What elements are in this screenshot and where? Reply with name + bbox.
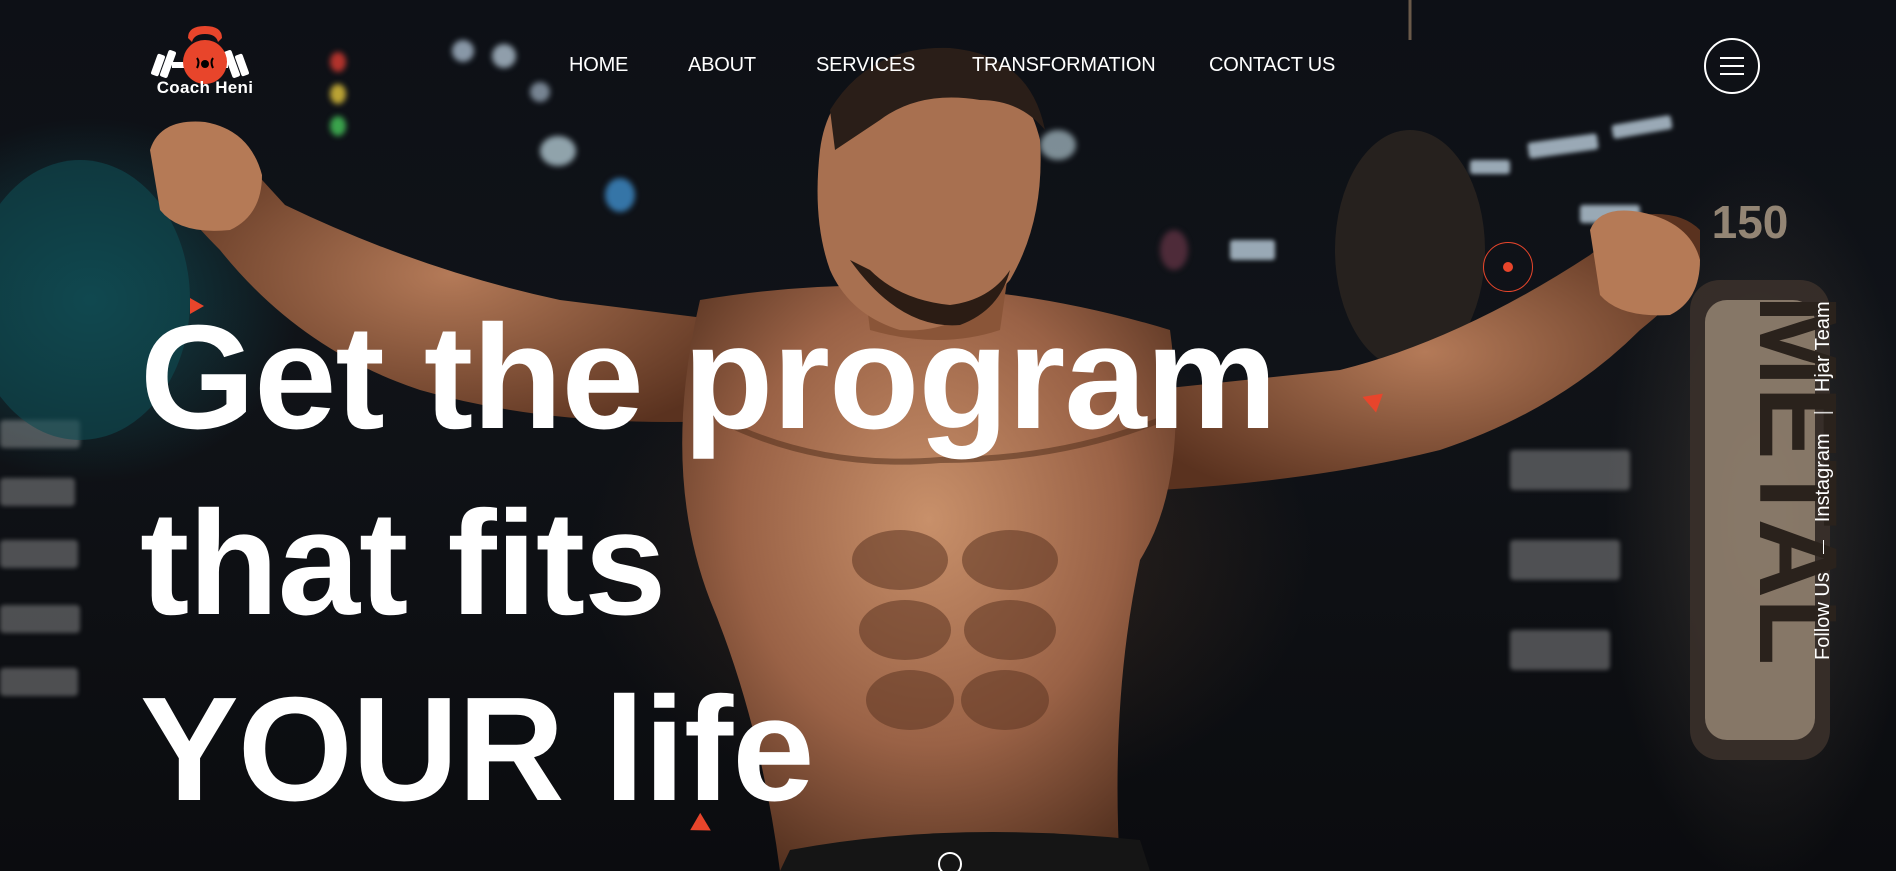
instagram-link[interactable]: Instagram <box>1812 433 1835 522</box>
accent-dot <box>1503 262 1513 272</box>
headline-line: that fits <box>140 481 666 646</box>
nav-services[interactable]: SERVICES <box>816 54 915 77</box>
nav-transformation[interactable]: TRANSFORMATION <box>972 54 1156 77</box>
brand-name: Coach Heni <box>156 78 254 97</box>
scroll-indicator[interactable] <box>938 852 962 871</box>
social-separator: | <box>1812 410 1834 416</box>
headline-line: Get the program <box>140 295 1277 460</box>
hjar-team-link[interactable]: Hjar Team <box>1812 301 1835 392</box>
nav-home[interactable]: HOME <box>569 54 628 77</box>
svg-text:METAL: METAL <box>1736 295 1859 666</box>
hamburger-menu-icon <box>1720 57 1744 59</box>
kettlebell-dumbbell-icon <box>151 26 249 84</box>
hero-headline: Get the program that fits YOUR life <box>140 285 1277 843</box>
social-follow-bar: Follow Us Instagram | Hjar Team <box>1812 301 1835 660</box>
hamburger-menu-button[interactable] <box>1704 38 1760 94</box>
accent-triangle <box>190 298 204 314</box>
nav-about[interactable]: ABOUT <box>688 54 756 77</box>
social-divider <box>1822 540 1825 555</box>
follow-us-label: Follow Us <box>1812 572 1834 660</box>
svg-text:150: 150 <box>1712 196 1789 248</box>
headline-line: YOUR life <box>140 667 815 832</box>
nav-contact-us[interactable]: CONTACT US <box>1209 54 1335 77</box>
